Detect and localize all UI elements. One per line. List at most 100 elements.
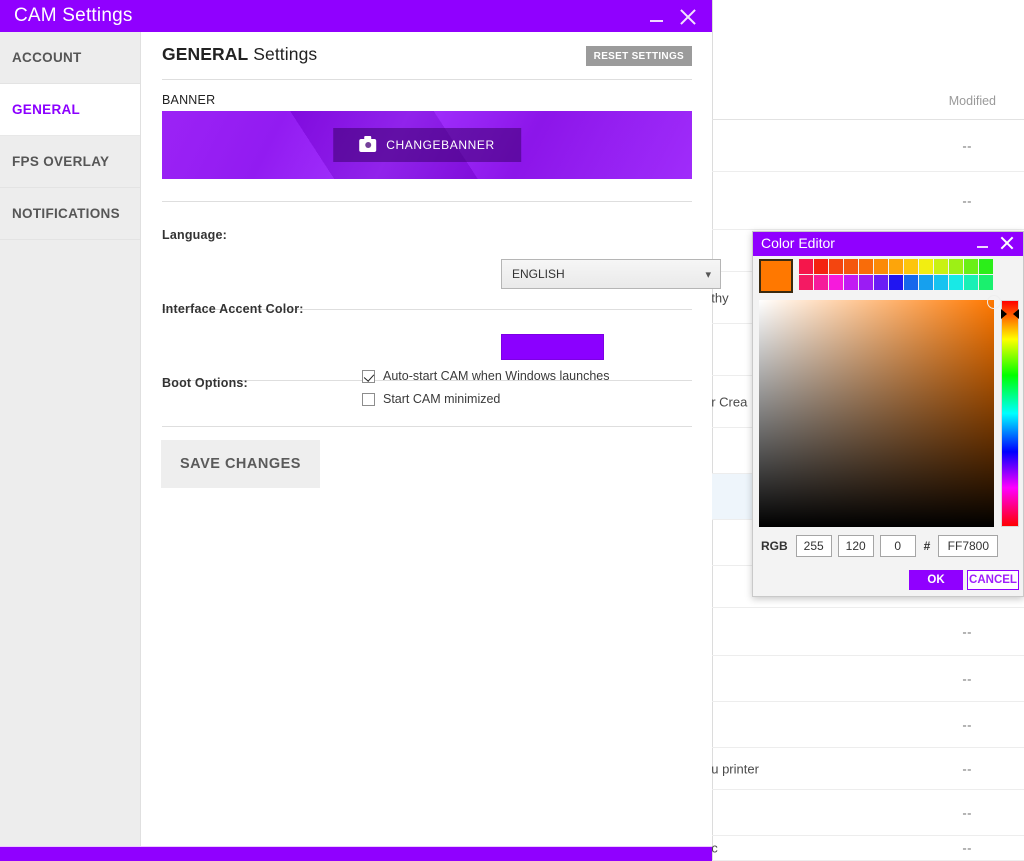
palette-swatch[interactable] <box>829 259 843 274</box>
blue-input[interactable] <box>879 535 916 557</box>
red-input[interactable] <box>795 535 832 557</box>
palette-swatch[interactable] <box>964 275 978 290</box>
settings-content: GENERAL Settings RESET SETTINGS BANNER C… <box>141 32 721 846</box>
palette-swatch[interactable] <box>844 259 858 274</box>
row-modified-cell: -- <box>962 671 972 686</box>
table-row[interactable]: -- <box>712 702 1024 748</box>
page-title-prefix: GENERAL <box>162 44 249 64</box>
hex-input[interactable] <box>938 535 999 557</box>
close-icon[interactable] <box>676 5 700 29</box>
palette-swatch[interactable] <box>859 275 873 290</box>
table-row[interactable]: hu printer -- <box>704 748 1024 790</box>
sidebar-item-general[interactable]: GENERAL <box>0 84 140 136</box>
row-modified-cell: -- <box>962 193 972 208</box>
row-name-cell: hu printer <box>704 761 759 776</box>
palette-swatch[interactable] <box>964 259 978 274</box>
sidebar-item-label: NOTIFICATIONS <box>12 206 120 221</box>
palette-swatch[interactable] <box>949 259 963 274</box>
palette-swatch[interactable] <box>799 259 813 274</box>
boot-option-autostart[interactable]: Auto-start CAM when Windows launches <box>362 369 609 383</box>
page-title-suffix: Settings <box>248 44 318 64</box>
row-modified-cell: -- <box>962 624 972 639</box>
settings-sidebar: ACCOUNT GENERAL FPS OVERLAY NOTIFICATION… <box>0 32 141 846</box>
hue-marker-right-icon <box>1013 309 1019 319</box>
minimize-icon[interactable] <box>646 8 668 28</box>
table-row[interactable]: -- <box>712 608 1024 656</box>
save-changes-button[interactable]: SAVE CHANGES <box>161 440 320 488</box>
minimize-icon[interactable] <box>975 237 991 251</box>
explorer-column-header: Modified <box>712 86 1024 120</box>
palette-swatch[interactable] <box>934 259 948 274</box>
table-row[interactable]: ac-- <box>704 836 1024 861</box>
color-editor-dialog: Color Editor RGB # OK CANCEL <box>752 231 1024 597</box>
table-row[interactable]: -- <box>712 172 1024 230</box>
banner-preview[interactable]: CHANGEBANNER <box>162 111 692 179</box>
palette-swatch[interactable] <box>889 275 903 290</box>
cam-title-bar: CAM Settings <box>0 0 712 32</box>
color-palette-area <box>759 259 993 293</box>
palette-swatch[interactable] <box>859 259 873 274</box>
sidebar-item-account[interactable]: ACCOUNT <box>0 32 140 84</box>
banner-label: BANNER <box>162 93 216 107</box>
palette-swatch[interactable] <box>874 275 888 290</box>
chevron-down-icon: ▾ <box>705 269 711 281</box>
palette-swatch[interactable] <box>814 275 828 290</box>
palette-swatch[interactable] <box>919 259 933 274</box>
palette-swatch[interactable] <box>874 259 888 274</box>
divider-banner <box>162 201 692 202</box>
screen: Modified s----athyor Crea------hu printe… <box>0 0 1024 861</box>
cam-settings-window: CAM Settings ACCOUNT GENERAL FPS OVERLAY… <box>0 0 721 861</box>
close-icon[interactable] <box>998 234 1016 252</box>
palette-swatch[interactable] <box>904 259 918 274</box>
cam-window-title: CAM Settings <box>14 5 133 26</box>
language-label: Language: <box>162 228 227 242</box>
palette-swatch-grid[interactable] <box>799 259 993 293</box>
checkbox-autostart[interactable] <box>362 369 375 383</box>
palette-swatch[interactable] <box>979 275 993 290</box>
ok-button[interactable]: OK <box>909 570 963 590</box>
hash-label: # <box>923 539 931 553</box>
reset-settings-button[interactable]: RESET SETTINGS <box>585 46 692 66</box>
current-color-preview[interactable] <box>759 259 793 293</box>
checkbox-start-minimized[interactable] <box>362 392 375 406</box>
language-selected-value: ENGLISH <box>512 267 565 281</box>
table-row[interactable]: -- <box>712 790 1024 836</box>
row-modified-cell: -- <box>962 138 972 153</box>
saturation-value-field[interactable] <box>759 295 1001 527</box>
cancel-button[interactable]: CANCEL <box>967 570 1019 590</box>
palette-swatch[interactable] <box>934 275 948 290</box>
palette-swatch[interactable] <box>979 259 993 274</box>
row-modified-cell: -- <box>962 717 972 732</box>
palette-swatch[interactable] <box>844 275 858 290</box>
accent-color-label: Interface Accent Color: <box>162 302 304 316</box>
sidebar-item-label: FPS OVERLAY <box>12 154 110 169</box>
cam-footer-bar <box>0 846 712 861</box>
sidebar-item-fps-overlay[interactable]: FPS OVERLAY <box>0 136 140 188</box>
language-select[interactable]: ENGLISH ▾ <box>501 259 721 289</box>
palette-swatch[interactable] <box>904 275 918 290</box>
palette-swatch[interactable] <box>799 275 813 290</box>
rgb-input-row: RGB # <box>761 535 999 557</box>
table-row[interactable]: s-- <box>704 120 1024 172</box>
row-modified-cell: -- <box>962 761 972 776</box>
hue-slider[interactable] <box>1001 300 1019 527</box>
change-banner-button[interactable]: CHANGEBANNER <box>333 128 521 162</box>
table-row[interactable]: -- <box>712 656 1024 702</box>
accent-color-swatch[interactable] <box>501 334 604 360</box>
color-editor-title-bar: Color Editor <box>753 232 1023 256</box>
palette-swatch[interactable] <box>949 275 963 290</box>
green-input[interactable] <box>837 535 874 557</box>
palette-swatch[interactable] <box>919 275 933 290</box>
row-modified-cell: -- <box>962 805 972 820</box>
color-editor-title: Color Editor <box>761 235 835 251</box>
boot-option-minimized[interactable]: Start CAM minimized <box>362 392 500 406</box>
sidebar-item-label: GENERAL <box>12 102 81 117</box>
column-header-modified: Modified <box>948 94 996 108</box>
boot-options-label: Boot Options: <box>162 376 248 390</box>
palette-swatch[interactable] <box>814 259 828 274</box>
palette-swatch[interactable] <box>889 259 903 274</box>
change-banner-label: CHANGEBANNER <box>386 138 495 152</box>
sidebar-item-notifications[interactable]: NOTIFICATIONS <box>0 188 140 240</box>
palette-swatch[interactable] <box>829 275 843 290</box>
row-modified-cell: -- <box>962 840 972 856</box>
